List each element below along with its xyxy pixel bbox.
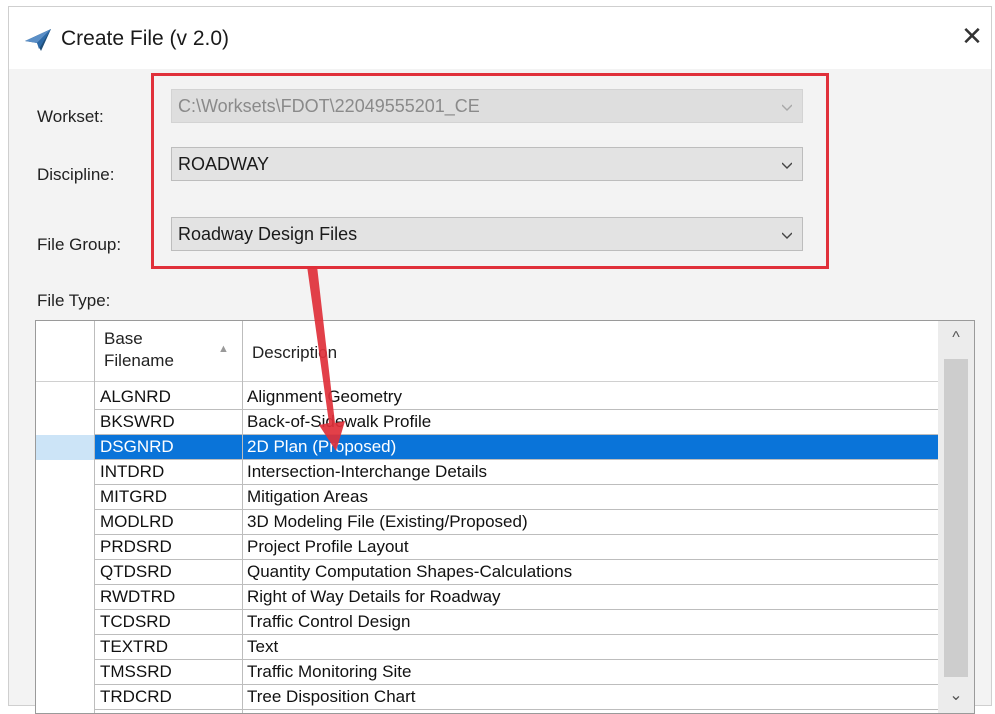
file-type-label: File Type: <box>37 291 111 310</box>
description-header: Description <box>252 343 338 362</box>
grid-line <box>242 321 243 713</box>
sort-ascending-icon: ▲ <box>218 343 229 355</box>
base-filename-cell: ALGNRD <box>100 387 171 406</box>
table-row[interactable]: TMSSRD Traffic Monitoring Site <box>36 660 938 685</box>
close-button[interactable]: ✕ <box>957 21 987 51</box>
grid-line <box>94 709 938 710</box>
description-cell: Alignment Geometry <box>247 387 402 406</box>
table-row[interactable]: INTDRD Intersection-Interchange Details <box>36 460 938 485</box>
file-group-label: File Group: <box>37 235 122 254</box>
window-title: Create File (v 2.0) <box>61 27 230 50</box>
selection-highlight <box>94 435 938 460</box>
title-bar: Create File (v 2.0) ✕ <box>9 7 991 69</box>
description-cell: Intersection-Interchange Details <box>247 462 488 481</box>
row-selector[interactable] <box>36 435 94 460</box>
description-cell: 3D Modeling File (Existing/Proposed) <box>247 512 528 531</box>
base-filename-cell: DSGNRD <box>100 437 174 456</box>
description-cell: Quantity Computation Shapes-Calculations <box>247 562 573 581</box>
file-type-table: Base Filename ▲ Description ALGNRD Alignm… <box>35 320 975 714</box>
base-header-line2: Filename <box>104 351 174 370</box>
base-filename-cell: RWDTRD <box>100 587 176 606</box>
table-row[interactable]: TEXTRD Text <box>36 635 938 660</box>
vertical-scrollbar[interactable]: ^ ⌄ <box>938 321 974 713</box>
description-cell: Tree Disposition Chart <box>247 687 416 706</box>
description-cell: Text <box>247 637 279 656</box>
table-row[interactable]: MODLRD 3D Modeling File (Existing/Propose… <box>36 510 938 535</box>
description-column-header[interactable]: Description <box>242 321 938 382</box>
table-row[interactable]: ALGNRD Alignment Geometry <box>36 385 938 410</box>
base-filename-cell: QTDSRD <box>100 562 172 581</box>
base-filename-cell: TMSSRD <box>100 662 172 681</box>
discipline-label: Discipline: <box>37 165 115 184</box>
description-cell: Traffic Monitoring Site <box>247 662 412 681</box>
base-header-line1: Base <box>104 329 143 348</box>
description-cell: Back-of-Sidewalk Profile <box>247 412 432 431</box>
scroll-down-button[interactable]: ⌄ <box>938 679 974 713</box>
create-file-dialog: Create File (v 2.0) ✕ Workset: C:\Workse… <box>8 6 992 714</box>
table-row[interactable]: BKSWRD Back-of-Sidewalk Profile <box>36 410 938 435</box>
workset-label: Workset: <box>37 107 104 126</box>
base-filename-column-header[interactable]: Base Filename ▲ <box>94 321 242 382</box>
description-cell: 2D Plan (Proposed) <box>247 437 397 456</box>
table-row[interactable]: MITGRD Mitigation Areas <box>36 485 938 510</box>
base-filename-cell: MODLRD <box>100 512 174 531</box>
table-row[interactable]: QTDSRD Quantity Computation Shapes-Calcul… <box>36 560 938 585</box>
scroll-up-button[interactable]: ^ <box>938 321 974 355</box>
table-row[interactable]: RWDTRD Right of Way Details for Roadway <box>36 585 938 610</box>
base-filename-cell: PRDSRD <box>100 537 172 556</box>
table-row[interactable]: PRDSRD Project Profile Layout <box>36 535 938 560</box>
description-cell: Traffic Control Design <box>247 612 411 631</box>
base-filename-cell: TCDSRD <box>100 612 171 631</box>
description-cell: Mitigation Areas <box>247 487 368 506</box>
row-header-column <box>36 321 94 382</box>
description-cell: Right of Way Details for Roadway <box>247 587 501 606</box>
highlight-box <box>151 73 829 269</box>
base-filename-cell: TRDCRD <box>100 687 172 706</box>
base-filename-cell: BKSWRD <box>100 412 175 431</box>
table-row[interactable]: DSGNRD 2D Plan (Proposed) <box>36 435 938 460</box>
description-cell: Project Profile Layout <box>247 537 409 556</box>
paper-plane-icon <box>25 29 51 51</box>
base-filename-cell: MITGRD <box>100 487 168 506</box>
base-filename-cell: TEXTRD <box>100 637 168 656</box>
table-row[interactable]: TRDCRD Tree Disposition Chart <box>36 685 938 710</box>
grid-line <box>94 321 95 713</box>
table-row[interactable]: TCDSRD Traffic Control Design <box>36 610 938 635</box>
base-filename-cell: INTDRD <box>100 462 165 481</box>
scroll-thumb[interactable] <box>944 359 968 677</box>
